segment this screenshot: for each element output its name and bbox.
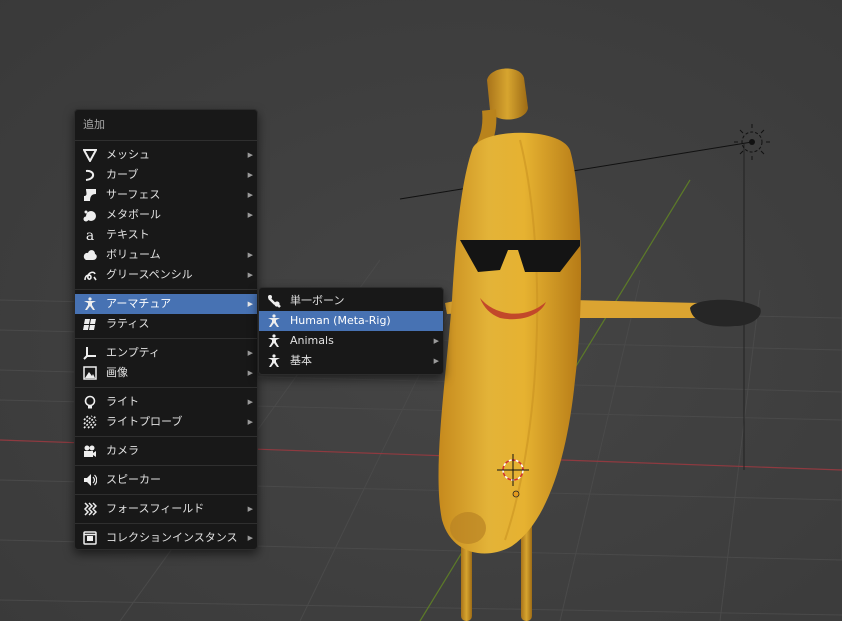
submenu-arrow-icon: ▶: [247, 271, 253, 279]
menu-item-camera[interactable]: カメラ: [75, 441, 257, 461]
menu-item-label: フォースフィールド: [106, 502, 205, 515]
menu-item-metaball[interactable]: メタボール ▶: [75, 205, 257, 225]
menu-item-grease-pencil[interactable]: グリースペンシル ▶: [75, 265, 257, 285]
menu-separator: [75, 523, 257, 524]
menu-item-label: Animals: [290, 334, 334, 347]
bone-icon: [267, 294, 281, 308]
menu-item-label: エンプティ: [106, 346, 161, 359]
menu-title: 追加: [83, 118, 105, 131]
submenu-arrow-icon: ▶: [433, 337, 439, 345]
add-menu: 追加 メッシュ ▶ カーブ ▶ サーフェス ▶ メタボール ▶ a テキスト ボリューム ▶ グリースペ…: [74, 109, 258, 550]
menu-item-image[interactable]: 画像 ▶: [75, 363, 257, 383]
menu-item-label: 画像: [106, 366, 128, 379]
menu-item-bone[interactable]: 単一ボーン: [259, 291, 443, 311]
volume-icon: [83, 248, 97, 262]
menu-item-label: メッシュ: [106, 148, 150, 161]
menu-item-light-probe[interactable]: ライトプローブ ▶: [75, 412, 257, 432]
menu-separator: [75, 140, 257, 141]
submenu-arrow-icon: ▶: [247, 534, 253, 542]
menu-item-label: ライトプローブ: [106, 415, 183, 428]
submenu-items: 単一ボーン Human (Meta-Rig) Animals ▶ 基本 ▶: [259, 291, 443, 371]
submenu-arrow-icon: ▶: [433, 357, 439, 365]
light-probe-icon: [83, 415, 97, 429]
menu-item-volume[interactable]: ボリューム ▶: [75, 245, 257, 265]
menu-item-mesh-cone[interactable]: メッシュ ▶: [75, 145, 257, 165]
menu-item-label: グリースペンシル: [106, 268, 193, 281]
menu-item-label: テキスト: [106, 228, 150, 241]
menu-item-label: 単一ボーン: [290, 294, 345, 307]
curve-icon: [83, 168, 97, 182]
menu-item-label: カメラ: [106, 444, 139, 457]
menu-item-speaker[interactable]: スピーカー: [75, 470, 257, 490]
grease-pencil-icon: [83, 268, 97, 282]
menu-item-label: アーマチュア: [106, 297, 172, 310]
submenu-arrow-icon: ▶: [247, 300, 253, 308]
submenu-arrow-icon: ▶: [247, 191, 253, 199]
menu-item-armature[interactable]: アーマチュア ▶: [75, 294, 257, 314]
menu-item-label: ライト: [106, 395, 139, 408]
menu-item-armature[interactable]: Human (Meta-Rig): [259, 311, 443, 331]
mesh-cone-icon: [83, 148, 97, 162]
menu-item-label: コレクションインスタンス: [106, 531, 238, 544]
menu-item-label: サーフェス: [106, 188, 161, 201]
lattice-icon: [83, 317, 97, 331]
empty-axes-icon: [83, 346, 97, 360]
speaker-icon: [83, 473, 97, 487]
menu-separator: [75, 289, 257, 290]
menu-item-label: スピーカー: [106, 473, 161, 486]
collection-instance-icon: [83, 531, 97, 545]
menu-item-label: 基本: [290, 354, 312, 367]
menu-separator: [75, 338, 257, 339]
menu-separator: [75, 494, 257, 495]
submenu-arrow-icon: ▶: [247, 349, 253, 357]
menu-item-label: カーブ: [106, 168, 139, 181]
light-bulb-icon: [83, 395, 97, 409]
metaball-icon: [83, 208, 97, 222]
submenu-arrow-icon: ▶: [247, 251, 253, 259]
submenu-arrow-icon: ▶: [247, 418, 253, 426]
armature-submenu: 単一ボーン Human (Meta-Rig) Animals ▶ 基本 ▶: [258, 287, 444, 375]
menu-item-label: ラティス: [106, 317, 150, 330]
text-icon: a: [83, 228, 97, 242]
armature-icon: [267, 314, 281, 328]
submenu-arrow-icon: ▶: [247, 398, 253, 406]
menu-separator: [75, 465, 257, 466]
menu-item-curve[interactable]: カーブ ▶: [75, 165, 257, 185]
menu-item-label: メタボール: [106, 208, 161, 221]
menu-item-text[interactable]: a テキスト: [75, 225, 257, 245]
menu-groups: メッシュ ▶ カーブ ▶ サーフェス ▶ メタボール ▶ a テキスト ボリューム ▶ グリースペンシル…: [75, 145, 257, 548]
armature-icon: [267, 354, 281, 368]
submenu-arrow-icon: ▶: [247, 505, 253, 513]
menu-item-surface[interactable]: サーフェス ▶: [75, 185, 257, 205]
menu-item-empty-axes[interactable]: エンプティ ▶: [75, 343, 257, 363]
menu-separator: [75, 387, 257, 388]
menu-item-light-bulb[interactable]: ライト ▶: [75, 392, 257, 412]
menu-item-collection-instance[interactable]: コレクションインスタンス ▶: [75, 528, 257, 548]
armature-icon: [83, 297, 97, 311]
image-icon: [83, 366, 97, 380]
force-field-icon: [83, 502, 97, 516]
submenu-arrow-icon: ▶: [247, 171, 253, 179]
menu-item-label: Human (Meta-Rig): [290, 314, 391, 327]
menu-separator: [75, 436, 257, 437]
menu-item-lattice[interactable]: ラティス: [75, 314, 257, 334]
submenu-arrow-icon: ▶: [247, 211, 253, 219]
camera-icon: [83, 444, 97, 458]
surface-icon: [83, 188, 97, 202]
menu-item-label: ボリューム: [106, 248, 161, 261]
submenu-arrow-icon: ▶: [247, 151, 253, 159]
menu-item-armature[interactable]: 基本 ▶: [259, 351, 443, 371]
armature-icon: [267, 334, 281, 348]
svg-text:a: a: [86, 228, 94, 242]
menu-item-force-field[interactable]: フォースフィールド ▶: [75, 499, 257, 519]
menu-item-armature[interactable]: Animals ▶: [259, 331, 443, 351]
submenu-arrow-icon: ▶: [247, 369, 253, 377]
